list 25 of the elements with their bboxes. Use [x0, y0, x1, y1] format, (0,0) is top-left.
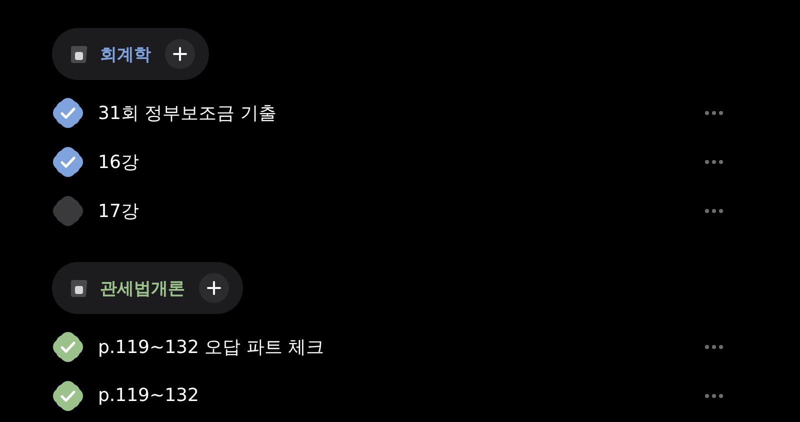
add-button[interactable] — [165, 39, 195, 69]
more-icon[interactable] — [704, 158, 724, 164]
checkbox[interactable] — [52, 146, 84, 178]
more-icon[interactable] — [704, 392, 724, 398]
checkbox[interactable] — [52, 380, 84, 412]
checkbox[interactable] — [52, 194, 84, 226]
task-title: p.119~132 오답 파트 체크 — [98, 336, 326, 358]
task-title: p.119~132 — [98, 385, 200, 406]
add-button[interactable] — [199, 273, 229, 303]
category-chip[interactable]: 관세법개론 — [52, 262, 243, 314]
category-title: 회계학 — [100, 44, 151, 66]
checkbox[interactable] — [52, 330, 84, 362]
category-title: 관세법개론 — [100, 278, 185, 300]
plus-icon — [173, 47, 187, 61]
more-icon[interactable] — [704, 110, 724, 116]
category-chip[interactable]: 회계학 — [52, 28, 209, 80]
folder-icon — [68, 277, 90, 299]
more-icon[interactable] — [704, 344, 724, 350]
checkbox[interactable] — [52, 96, 84, 128]
task-title: 17강 — [98, 200, 140, 222]
more-icon[interactable] — [704, 208, 724, 214]
task-title: 16강 — [98, 150, 140, 174]
folder-icon — [68, 43, 90, 65]
plus-icon — [207, 281, 221, 295]
task-title: 31회 정부보조금 기출 — [98, 102, 278, 124]
